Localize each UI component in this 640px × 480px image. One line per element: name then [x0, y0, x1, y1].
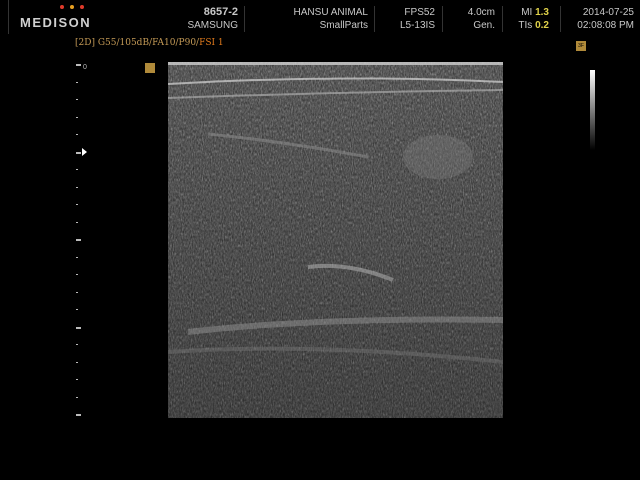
scale-minor-tick: [76, 81, 78, 83]
medison-logo: MEDISON: [12, 3, 97, 33]
tis-label: TIs: [518, 20, 533, 31]
patient-info: 8657-2 SAMSUNG: [160, 6, 238, 32]
scale-major-tick: [76, 239, 81, 241]
acoustic-index: MI 1.3 TIs 0.2: [505, 6, 549, 32]
scale-major-tick: [76, 326, 81, 329]
logo-dots: [60, 5, 84, 9]
time: 02:08:08 PM: [577, 20, 634, 31]
divider: [374, 6, 375, 32]
datetime: 2014-07-25 02:08:08 PM: [566, 6, 634, 32]
scale-minor-tick: [76, 134, 78, 135]
scale-minor-tick: [76, 291, 78, 293]
scale-minor-tick: [76, 274, 78, 275]
frequency-mode: Gen.: [473, 20, 495, 31]
frame-rate: FPS52: [404, 7, 435, 18]
scale-minor-tick: [76, 361, 78, 363]
probe-model: L5-13IS: [399, 20, 435, 31]
scale-minor-tick: [76, 116, 78, 118]
divider: [8, 0, 9, 34]
logo-dot-red-2: [80, 5, 84, 9]
depth-zero-label: 0: [83, 64, 87, 71]
scale-minor-tick: [76, 169, 78, 170]
scale-minor-tick: [76, 99, 78, 100]
logo-dot-orange: [70, 5, 74, 9]
scale-minor-tick: [76, 396, 78, 398]
depth-info: 4.0cm Gen.: [450, 6, 495, 32]
date: 2014-07-25: [582, 7, 634, 18]
scale-major-tick: [76, 64, 81, 66]
mi-value: 1.3: [535, 7, 549, 18]
status-header: MEDISON 8657-2 SAMSUNG HANSU ANIMAL Smal…: [0, 0, 640, 36]
fsi-setting: FSI 1: [199, 38, 224, 48]
scale-minor-tick: [76, 344, 78, 345]
focus-marker-icon: [82, 148, 87, 156]
grayscale-map-label: 3F: [578, 43, 584, 49]
tis-value: 0.2: [535, 20, 549, 31]
probe-info: FPS52 L5-13IS: [390, 6, 435, 32]
scale-major-tick: [76, 414, 81, 416]
scale-minor-tick: [76, 204, 78, 205]
scale-minor-tick: [76, 379, 78, 380]
institution-name: HANSU ANIMAL: [293, 7, 368, 18]
depth-value: 4.0cm: [467, 7, 495, 18]
divider: [560, 6, 561, 32]
imaging-parameters: [2D] G55/105dB/FA10/P90/FSI 1: [75, 38, 224, 48]
scale-minor-tick: [76, 256, 78, 258]
orientation-marker-icon: [145, 63, 155, 73]
mode-params: [2D] G55/105dB/FA10/P90/: [75, 38, 200, 48]
logo-text: MEDISON: [20, 15, 92, 30]
institution-info: HANSU ANIMAL SmallParts: [278, 6, 368, 32]
logo-dot-red: [60, 5, 64, 9]
scale-minor-tick: [76, 221, 78, 223]
divider: [502, 6, 503, 32]
scale-minor-tick: [76, 309, 78, 310]
divider: [244, 6, 245, 32]
grayscale-bar: [590, 70, 595, 150]
manufacturer: SAMSUNG: [187, 20, 238, 31]
ultrasound-image: [168, 62, 503, 418]
divider: [442, 6, 443, 32]
patient-id: 8657-2: [203, 6, 238, 18]
application-preset: SmallParts: [319, 20, 368, 31]
grayscale-map-icon: 3F: [576, 41, 586, 51]
depth-scale: 0: [74, 60, 94, 416]
ultrasound-texture: [168, 62, 503, 418]
mi-label: MI: [521, 7, 533, 18]
scale-minor-tick: [76, 186, 78, 188]
scale-major-tick: [76, 151, 81, 154]
